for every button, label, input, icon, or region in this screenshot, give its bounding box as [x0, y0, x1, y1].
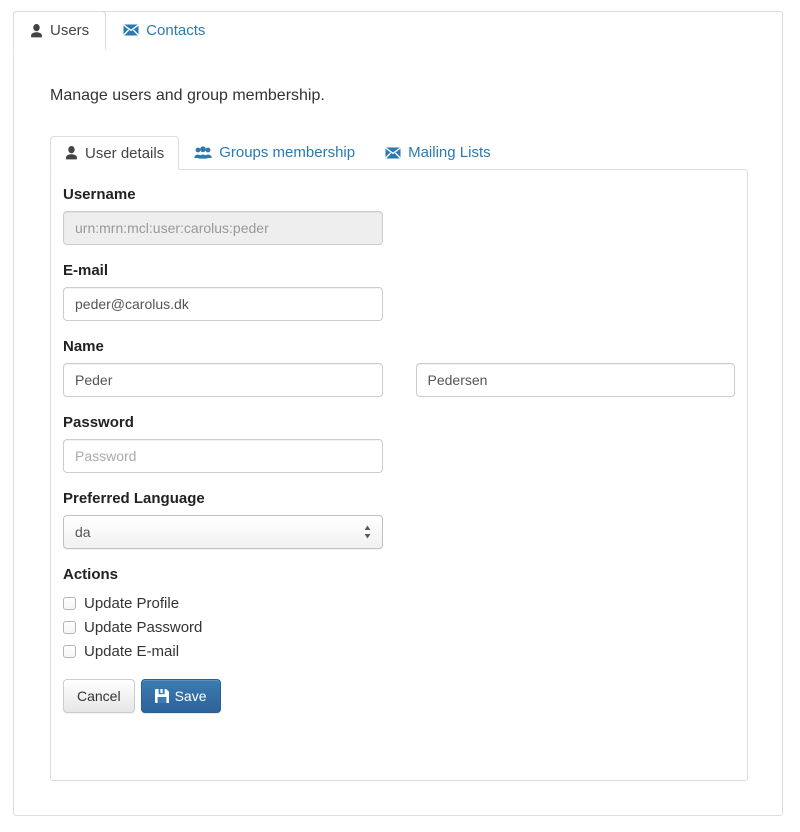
- envelope-icon: [385, 147, 401, 159]
- update-profile-label: Update Profile: [84, 594, 180, 612]
- tab-user-details-label: User details: [85, 144, 165, 162]
- preferred-language-select[interactable]: da: [63, 515, 383, 549]
- name-row: [63, 363, 735, 397]
- tab-mailing-lists[interactable]: Mailing Lists: [370, 136, 506, 169]
- name-group: Name: [63, 338, 735, 397]
- language-group: Preferred Language da: [63, 490, 735, 549]
- update-password-label: Update Password: [84, 618, 203, 636]
- username-input: [63, 211, 383, 245]
- password-input[interactable]: [63, 439, 383, 473]
- username-group: Username: [63, 186, 735, 245]
- actions-group: Actions Update Profile Update Password U…: [63, 566, 735, 713]
- password-label: Password: [63, 414, 134, 431]
- cancel-button[interactable]: Cancel: [63, 679, 135, 713]
- username-label: Username: [63, 186, 136, 203]
- user-details-form: Username E-mail Name Password Preferred …: [63, 186, 735, 730]
- password-group: Password: [63, 414, 735, 473]
- user-icon: [30, 23, 43, 38]
- checkbox-row-update-password[interactable]: Update Password: [63, 615, 735, 639]
- email-label: E-mail: [63, 262, 109, 279]
- tab-groups-membership-label: Groups membership: [219, 144, 356, 161]
- checkbox-row-update-profile[interactable]: Update Profile: [63, 591, 735, 615]
- update-profile-checkbox[interactable]: [63, 596, 76, 610]
- save-button[interactable]: Save: [140, 679, 221, 713]
- tab-users[interactable]: Users: [13, 11, 107, 50]
- inner-tab-bar: User details Groups membership Mailing L…: [50, 136, 506, 170]
- email-group: E-mail: [63, 262, 735, 321]
- floppy-disk-icon: [154, 689, 169, 703]
- last-name-input[interactable]: [415, 363, 735, 397]
- update-email-checkbox[interactable]: [63, 644, 76, 658]
- update-email-label: Update E-mail: [84, 642, 180, 660]
- envelope-icon: [123, 24, 139, 36]
- tab-contacts[interactable]: Contacts: [106, 11, 222, 49]
- update-password-checkbox[interactable]: [63, 620, 76, 634]
- users-group-icon: [194, 146, 212, 159]
- email-input[interactable]: [63, 287, 383, 321]
- checkbox-row-update-email[interactable]: Update E-mail: [63, 639, 735, 663]
- user-icon: [65, 146, 78, 160]
- preferred-language-wrapper: da: [63, 515, 383, 549]
- preferred-language-label: Preferred Language: [63, 490, 205, 507]
- name-label: Name: [63, 338, 104, 355]
- tab-users-label: Users: [50, 22, 90, 39]
- tab-groups-membership[interactable]: Groups membership: [179, 136, 370, 169]
- cancel-button-label: Cancel: [77, 688, 121, 704]
- actions-label: Actions: [63, 566, 119, 583]
- first-name-input[interactable]: [63, 363, 383, 397]
- page-description: Manage users and group membership.: [50, 87, 325, 104]
- tab-mailing-lists-label: Mailing Lists: [408, 144, 491, 161]
- tab-user-details[interactable]: User details: [50, 136, 180, 170]
- save-button-label: Save: [174, 688, 207, 704]
- form-button-row: Cancel Save: [63, 679, 735, 713]
- tab-contacts-label: Contacts: [146, 21, 206, 39]
- outer-tab-bar: Users Contacts: [13, 11, 222, 50]
